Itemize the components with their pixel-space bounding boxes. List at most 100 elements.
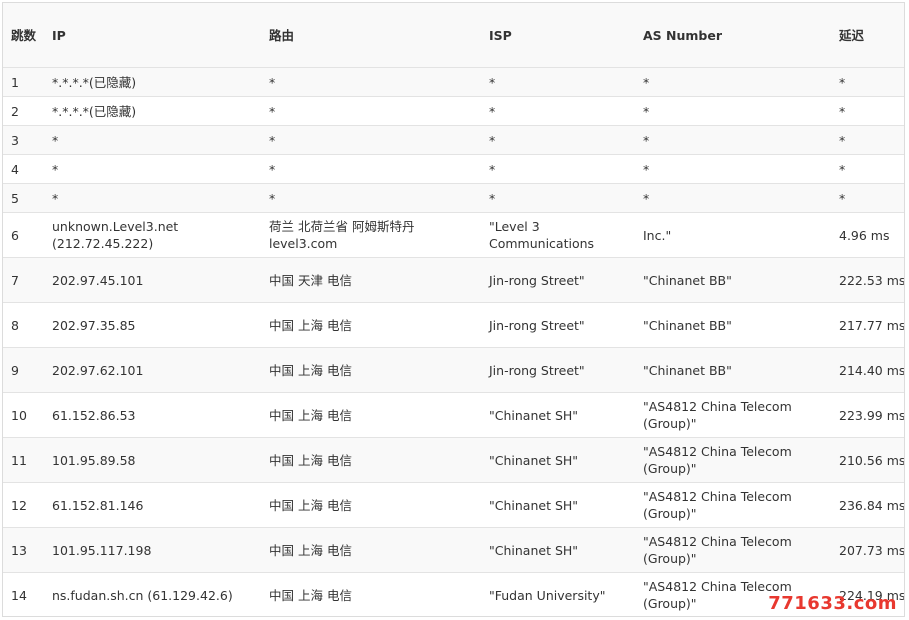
cell-isp: *: [481, 183, 635, 213]
cell-hop: 1: [3, 67, 44, 97]
cell-ip: *: [44, 183, 261, 213]
cell-latency: 4.96 ms: [831, 212, 904, 258]
cell-isp: "Fudan University": [481, 572, 635, 616]
table-row: 4 * * * * *: [3, 154, 904, 184]
header-route: 路由: [261, 3, 481, 68]
cell-as: *: [635, 125, 831, 155]
cell-as: "AS4812 China Telecom (Group)": [635, 482, 831, 528]
cell-as: "Chinanet BB": [635, 347, 831, 393]
cell-hop: 2: [3, 96, 44, 126]
cell-hop: 11: [3, 437, 44, 483]
cell-latency: *: [831, 67, 904, 97]
cell-ip: 61.152.86.53: [44, 392, 261, 438]
table-row: 5 * * * * *: [3, 183, 904, 213]
table-row: 11 101.95.89.58 中国 上海 电信 "Chinanet SH" "…: [3, 437, 904, 483]
cell-ip: 202.97.62.101: [44, 347, 261, 393]
table-row: 13 101.95.117.198 中国 上海 电信 "Chinanet SH"…: [3, 527, 904, 573]
cell-route: 荷兰 北荷兰省 阿姆斯特丹 level3.com: [261, 212, 481, 258]
cell-route: *: [261, 67, 481, 97]
cell-hop: 9: [3, 347, 44, 393]
header-latency: 延迟: [831, 3, 904, 68]
cell-hop: 6: [3, 212, 44, 258]
cell-route: *: [261, 183, 481, 213]
cell-latency: 217.77 ms: [831, 302, 904, 348]
cell-ip: 101.95.89.58: [44, 437, 261, 483]
cell-as: *: [635, 183, 831, 213]
cell-latency: 210.56 ms: [831, 437, 904, 483]
cell-hop: 7: [3, 257, 44, 303]
cell-isp: "Chinanet SH": [481, 392, 635, 438]
cell-hop: 5: [3, 183, 44, 213]
cell-isp: *: [481, 96, 635, 126]
cell-ip: 202.97.45.101: [44, 257, 261, 303]
table-row: 8 202.97.35.85 中国 上海 电信 Jin-rong Street"…: [3, 302, 904, 348]
cell-ip: *.*.*.*(已隐藏): [44, 67, 261, 97]
table-header-row: 跳数 IP 路由 ISP AS Number 延迟: [3, 3, 904, 68]
table-row: 10 61.152.86.53 中国 上海 电信 "Chinanet SH" "…: [3, 392, 904, 438]
cell-route: *: [261, 154, 481, 184]
cell-latency: *: [831, 125, 904, 155]
header-ip: IP: [44, 3, 261, 68]
table-row: 6 unknown.Level3.net (212.72.45.222) 荷兰 …: [3, 212, 904, 258]
cell-as: *: [635, 67, 831, 97]
cell-isp: "Chinanet SH": [481, 482, 635, 528]
site-watermark: 771633.com: [768, 593, 897, 614]
cell-as: *: [635, 154, 831, 184]
cell-ip: 101.95.117.198: [44, 527, 261, 573]
cell-route: 中国 上海 电信: [261, 347, 481, 393]
cell-hop: 3: [3, 125, 44, 155]
cell-route: *: [261, 125, 481, 155]
cell-route: 中国 上海 电信: [261, 437, 481, 483]
cell-route: *: [261, 96, 481, 126]
cell-isp: *: [481, 125, 635, 155]
cell-route: 中国 上海 电信: [261, 572, 481, 616]
cell-isp: *: [481, 67, 635, 97]
cell-hop: 10: [3, 392, 44, 438]
cell-route: 中国 上海 电信: [261, 302, 481, 348]
cell-isp: Jin-rong Street": [481, 257, 635, 303]
header-as-number: AS Number: [635, 3, 831, 68]
cell-hop: 14: [3, 572, 44, 616]
cell-as: Inc.": [635, 212, 831, 258]
cell-latency: *: [831, 183, 904, 213]
table-row: 9 202.97.62.101 中国 上海 电信 Jin-rong Street…: [3, 347, 904, 393]
cell-isp: Jin-rong Street": [481, 302, 635, 348]
cell-as: "AS4812 China Telecom (Group)": [635, 437, 831, 483]
cell-route: 中国 上海 电信: [261, 527, 481, 573]
cell-latency: *: [831, 96, 904, 126]
cell-ip: *: [44, 154, 261, 184]
cell-latency: 222.53 ms: [831, 257, 904, 303]
cell-as: *: [635, 96, 831, 126]
cell-isp: "Chinanet SH": [481, 527, 635, 573]
cell-isp: Jin-rong Street": [481, 347, 635, 393]
cell-latency: 223.99 ms: [831, 392, 904, 438]
cell-ip: 202.97.35.85: [44, 302, 261, 348]
traceroute-table-container: 跳数 IP 路由 ISP AS Number 延迟 1 *.*.*.*(已隐藏)…: [2, 2, 905, 617]
cell-route: 中国 上海 电信: [261, 482, 481, 528]
cell-ip: *.*.*.*(已隐藏): [44, 96, 261, 126]
header-hop: 跳数: [3, 3, 44, 68]
cell-hop: 8: [3, 302, 44, 348]
cell-ip: 61.152.81.146: [44, 482, 261, 528]
table-row: 3 * * * * *: [3, 125, 904, 155]
cell-isp: "Level 3 Communications: [481, 212, 635, 258]
cell-as: "Chinanet BB": [635, 302, 831, 348]
cell-ip: ns.fudan.sh.cn (61.129.42.6): [44, 572, 261, 616]
table-row: 7 202.97.45.101 中国 天津 电信 Jin-rong Street…: [3, 257, 904, 303]
cell-latency: *: [831, 154, 904, 184]
table-row: 2 *.*.*.*(已隐藏) * * * *: [3, 96, 904, 126]
header-isp: ISP: [481, 3, 635, 68]
cell-latency: 236.84 ms: [831, 482, 904, 528]
cell-latency: 214.40 ms: [831, 347, 904, 393]
table-row: 12 61.152.81.146 中国 上海 电信 "Chinanet SH" …: [3, 482, 904, 528]
cell-ip: unknown.Level3.net (212.72.45.222): [44, 212, 261, 258]
cell-ip: *: [44, 125, 261, 155]
cell-as: "Chinanet BB": [635, 257, 831, 303]
cell-hop: 13: [3, 527, 44, 573]
cell-as: "AS4812 China Telecom (Group)": [635, 527, 831, 573]
cell-isp: *: [481, 154, 635, 184]
cell-isp: "Chinanet SH": [481, 437, 635, 483]
traceroute-table: 跳数 IP 路由 ISP AS Number 延迟 1 *.*.*.*(已隐藏)…: [3, 3, 904, 616]
cell-route: 中国 上海 电信: [261, 392, 481, 438]
cell-hop: 12: [3, 482, 44, 528]
